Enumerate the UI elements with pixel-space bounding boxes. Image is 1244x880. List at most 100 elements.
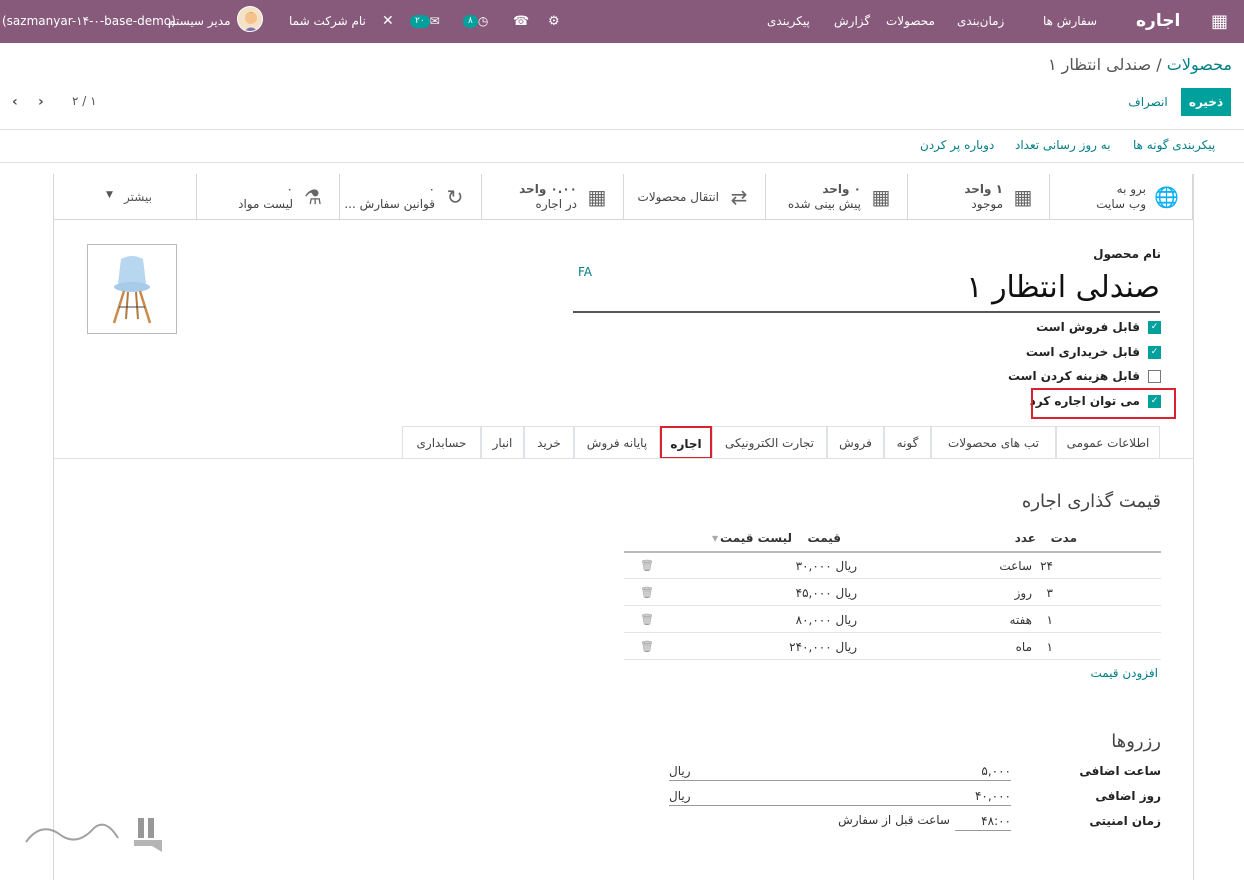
delete-trash-icon[interactable]: 🗑 [640,559,654,572]
activity-clock-icon[interactable]: ۸ ◷ [463,0,488,43]
col-price[interactable]: قیمت [807,531,841,545]
security-time-suffix: ساعت قبل از سفارش [838,813,950,827]
delete-trash-icon[interactable]: 🗑 [640,586,654,599]
col-unit[interactable]: عدد [1015,531,1036,545]
refresh-icon: ↻ [446,185,464,209]
pager-prev-icon[interactable]: ‹ [12,94,18,110]
can-be-sold-label: قابل فروش است [1036,320,1140,334]
tab-inventory[interactable]: انبار [481,426,524,459]
divider [0,129,1244,130]
moves-label: انتقال محصولات [637,190,719,204]
breadcrumb-products[interactable]: محصولات [1167,55,1232,74]
save-button[interactable]: ذخیره [1181,88,1231,116]
extra-hour-input[interactable]: ۵,۰۰۰ [981,764,1011,778]
tab-product-tabs[interactable]: تب های محصولات [931,426,1056,459]
can-be-purchased-checkbox[interactable]: ✓ [1148,346,1161,359]
can-be-expensed-checkbox[interactable] [1148,370,1161,383]
can-be-sold-checkbox[interactable]: ✓ [1148,321,1161,334]
watermark-logo [22,812,166,856]
tab-general-info[interactable]: اطلاعات عمومی [1056,426,1160,459]
row-unit[interactable]: هفته [1010,613,1032,627]
row-duration[interactable]: ۳ [1047,586,1053,600]
extra-day-label: روز اضافی [1095,789,1161,803]
tab-underline [54,458,1193,459]
tab-ecommerce[interactable]: تجارت الکترونیکی [712,426,827,459]
phone-icon[interactable]: ☎ [513,0,529,43]
row-price[interactable]: ۳۰,۰۰۰ ریال [796,559,857,573]
row-price[interactable]: ۸۰,۰۰۰ ریال [796,613,857,627]
message-count-badge: ۲۰ [410,15,430,28]
more-dropdown-button[interactable]: بیشتر ▼ [54,174,197,220]
row-duration[interactable]: ۱ [1047,613,1053,627]
update-quantity-button[interactable]: به روز رسانی تعداد [1015,138,1111,152]
row-price[interactable]: ۲۴۰,۰۰۰ ریال [789,640,857,654]
tab-variants[interactable]: گونه [884,426,931,459]
apps-menu-icon[interactable]: ▦ [1211,0,1228,43]
row-unit[interactable]: ماه [1016,640,1032,654]
messages-chat-icon[interactable]: ۲۰ ✉ [410,0,440,43]
company-name[interactable]: نام شرکت شما [289,0,366,43]
row-unit[interactable]: ساعت [999,559,1032,573]
optional-columns-caret-icon[interactable]: ▼ [712,534,718,543]
exchange-arrows-icon: ⇄ [730,185,748,209]
product-name-input[interactable]: صندلی انتظار ۱ [573,266,1160,313]
security-time-input[interactable]: ۴۸:۰۰ [981,814,1011,828]
product-image[interactable] [87,244,177,334]
menu-reporting[interactable]: گزارش [834,0,870,43]
product-moves-button[interactable]: ⇄ انتقال محصولات [624,174,766,220]
flask-icon: ⚗ [304,185,322,209]
forecasted-button[interactable]: ▦ ۰ واحد پیش بینی شده [766,174,908,220]
bill-of-materials-button[interactable]: ⚗ ۰ لیست مواد [197,174,340,220]
in-rental-button[interactable]: ▦ ۰.۰۰ واحد در اجاره [482,174,624,220]
row-divider [624,578,1161,579]
row-unit[interactable]: روز [1015,586,1032,600]
tab-pos[interactable]: پایانه فروش [574,426,660,459]
globe-icon: 🌐 [1154,185,1179,209]
discard-button[interactable]: انصراف [1122,88,1174,116]
reservations-title: رزروها [1111,731,1161,752]
breadcrumb: محصولات / صندلی انتظار ۱ [1048,55,1232,74]
row-price[interactable]: ۴۵,۰۰۰ ریال [796,586,857,600]
security-time-label: زمان امنیتی [1089,814,1161,828]
app-title[interactable]: اجاره [1136,0,1180,43]
delete-trash-icon[interactable]: 🗑 [640,613,654,626]
forecast-label: پیش بینی شده [787,197,861,211]
calendar-icon: ▦ [587,185,607,209]
pager-value[interactable]: ۲ / ۱ [72,94,97,108]
tab-rental[interactable]: اجاره [660,426,712,459]
col-pricelist[interactable]: لیست قیمت [720,531,792,545]
row-divider [624,659,1161,660]
menu-products[interactable]: محصولات [886,0,935,43]
extra-day-input[interactable]: ۴۰,۰۰۰ [975,789,1011,803]
security-time-underline [955,830,1011,831]
bom-label: لیست مواد [238,197,293,211]
cubes-icon: ▦ [1013,185,1033,209]
configure-variants-button[interactable]: پیکربندی گونه ها [1133,138,1215,152]
reorder-count: ۰ [428,182,435,196]
pager-next-icon[interactable]: › [38,94,44,110]
tab-sales[interactable]: فروش [827,426,884,459]
extra-hour-label: ساعت اضافی [1079,764,1161,778]
tab-accounting[interactable]: حسابداری [402,426,481,459]
menu-schedule[interactable]: زمان‌بندی [957,0,1004,43]
delete-trash-icon[interactable]: 🗑 [640,640,654,653]
user-name[interactable]: مدیر سیستم [168,0,231,43]
menu-orders[interactable]: سفارش ها [1043,0,1097,43]
replenish-button[interactable]: دوباره پر کردن [920,138,994,152]
company-switch-icon[interactable]: ✕ [382,0,394,43]
on-hand-button[interactable]: ▦ ۱ واحد موجود [908,174,1050,220]
add-price-link[interactable]: افزودن قیمت [1090,666,1158,680]
go-to-website-button[interactable]: 🌐 برو به وب سایت [1050,174,1193,220]
row-duration[interactable]: ۲۴ [1040,559,1053,573]
user-avatar[interactable] [237,6,263,32]
menu-configuration[interactable]: پیکربندی [767,0,810,43]
onhand-label: موجود [971,197,1003,211]
tab-purchase[interactable]: خرید [524,426,574,459]
rental-pricing-title: قیمت گذاری اجاره [1021,491,1161,512]
col-duration[interactable]: مدت [1051,531,1077,545]
top-navbar: ▦ اجاره سفارش ها زمان‌بندی محصولات گزارش… [0,0,1244,43]
reordering-rules-button[interactable]: ↻ ۰ قوانین سفارش ... [340,174,482,220]
debug-bug-icon[interactable]: ⚙ [548,0,560,43]
row-duration[interactable]: ۱ [1047,640,1053,654]
extra-hour-underline [669,780,1011,781]
